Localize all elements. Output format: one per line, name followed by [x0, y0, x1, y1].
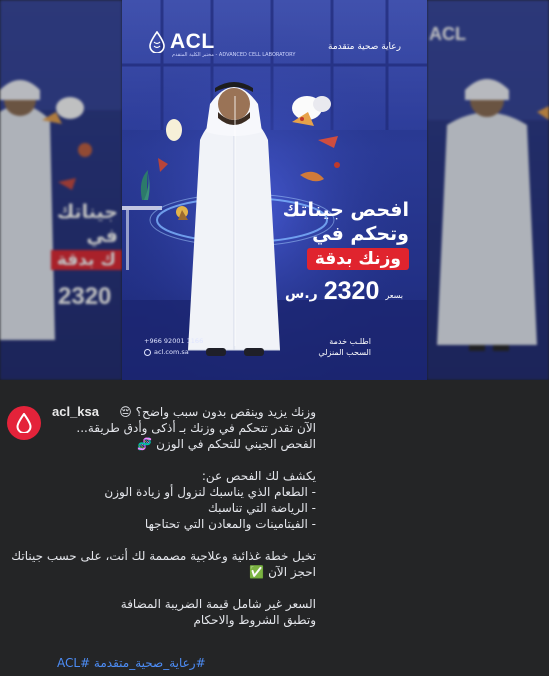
- drop-logo-icon: [16, 413, 32, 433]
- ad-headline: افحص جيناتك وتحكم في وزنك بدقة: [283, 198, 409, 270]
- caption-line-8: - الفيتامينات والمعادن التي تحتاجها: [144, 517, 316, 531]
- next-slide-background: [427, 0, 549, 380]
- account-avatar[interactable]: [7, 406, 41, 440]
- caption-line-7: - الرياضة التي تناسبك: [207, 501, 316, 515]
- previous-slide-price: 2320: [58, 283, 112, 310]
- ad-price: ر.س 2320 بسعر: [285, 278, 403, 304]
- service-line-2: السحب المنزلي: [318, 348, 371, 357]
- ad-service: اطلـب خدمة السحب المنزلي: [318, 336, 371, 358]
- price-value: 2320: [323, 277, 380, 305]
- caption-line-3: الفحص الجيني للتحكم في الوزن 🧬: [137, 437, 316, 451]
- globe-icon: [144, 349, 151, 356]
- previous-slide-background: [0, 0, 122, 380]
- previous-slide-headline-3: ك بدقة: [50, 250, 122, 270]
- acl-logo: ACL: [148, 30, 215, 54]
- caption-line-10: تخيل خطة غذائية وعلاجية مصممة لك أنت، عل…: [11, 549, 316, 563]
- post-caption-section: acl_ksa وزنك يزيد وينقص بدون سبب واضح؟ 😔…: [0, 380, 549, 676]
- service-line-1: اطلـب خدمة: [329, 337, 371, 346]
- contact-phone: +966 92001 1166: [144, 337, 204, 345]
- next-slide-brand: ACL: [429, 24, 466, 44]
- headline-line-3: وزنك بدقة: [306, 248, 409, 270]
- ad-tagline: رعاية صحية متقدمة: [328, 42, 401, 52]
- riyal-currency-icon: ر.س: [285, 286, 318, 302]
- caption-line-13: السعر غير شامل قيمة الضريبة المضافة: [120, 597, 316, 611]
- headline-line-2: وتحكم في: [312, 223, 409, 245]
- ad-slide[interactable]: ACL مختبر الكلية المتقدم - ADVANCED CELL…: [122, 0, 427, 380]
- contact-website: acl.com.sa: [154, 348, 189, 356]
- caption-line-2: الآن تقدر تتحكم في وزنك بـ أذكى وأدق طري…: [76, 421, 316, 435]
- caption-line-1: وزنك يزيد وينقص بدون سبب واضح؟ 😔: [119, 405, 316, 419]
- ad-contact: +966 92001 1166 acl.com.sa: [144, 336, 203, 358]
- dna-drop-icon: [149, 31, 165, 53]
- caption-line-5: يكشف لك الفحص عن:: [201, 469, 316, 483]
- brand-name: ACL: [170, 30, 215, 53]
- previous-slide-headline-2: في: [86, 225, 118, 247]
- caption-line-14: وتطبق الشروط والاحكام: [193, 613, 316, 627]
- caption-line-6: - الطعام الذي يناسبك لنزول أو زيادة الوز…: [104, 485, 316, 499]
- caption-line-11: احجز الآن ✅: [249, 565, 316, 579]
- previous-slide-headline-1: جيناتك: [56, 201, 118, 223]
- headline-line-1: افحص جيناتك: [282, 199, 409, 221]
- post-media-carousel[interactable]: جيناتك في ك بدقة 2320 ACL ACL مختبر الكل…: [0, 0, 549, 380]
- brand-subtitle: مختبر الكلية المتقدم - ADVANCED CELL LAB…: [172, 52, 296, 58]
- price-label: بسعر: [385, 291, 403, 300]
- post-hashtags[interactable]: #رعاية_صحية_متقدمة #ACL: [57, 656, 206, 670]
- post-caption: وزنك يزيد وينقص بدون سبب واضح؟ 😔 الآن تق…: [11, 404, 316, 628]
- previous-slide-preview[interactable]: جيناتك في ك بدقة 2320: [0, 0, 122, 380]
- next-slide-preview[interactable]: ACL: [427, 0, 549, 380]
